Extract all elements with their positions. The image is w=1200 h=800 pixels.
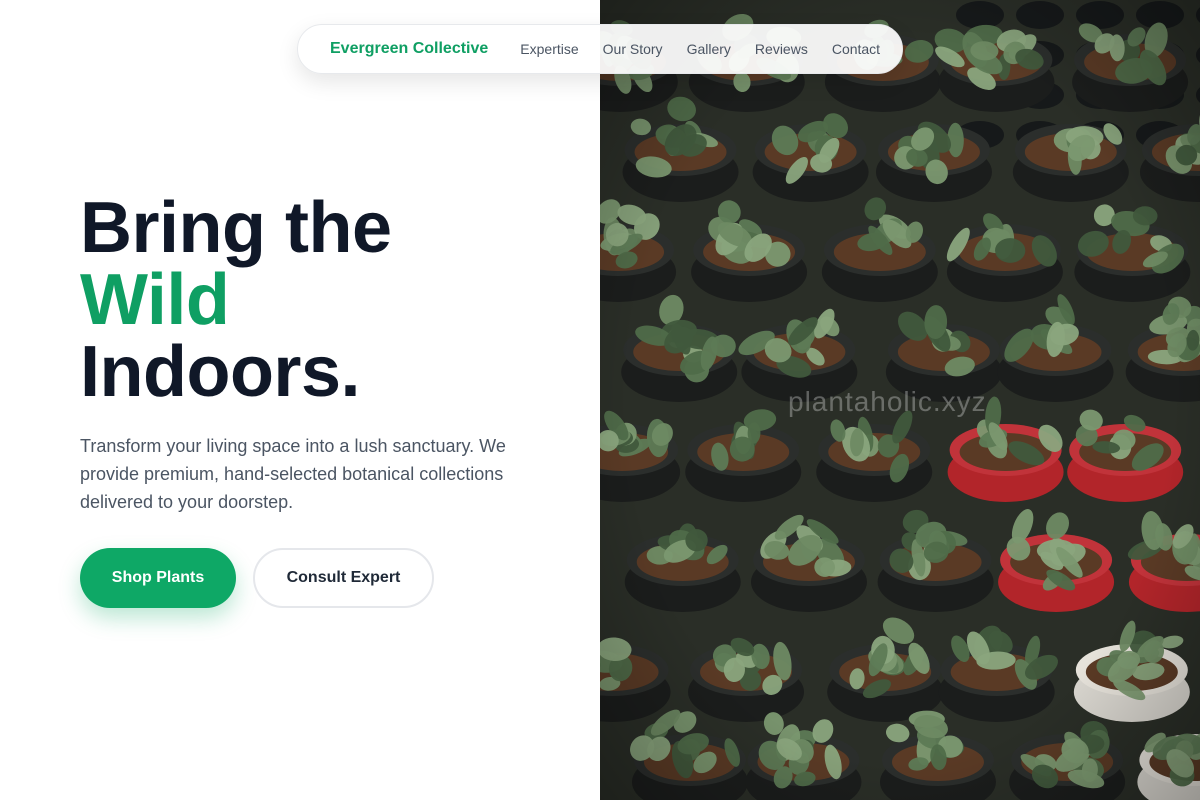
top-nav: Evergreen Collective Expertise Our Story…	[297, 24, 903, 74]
nav-link-our-story[interactable]: Our Story	[603, 41, 663, 57]
hero-headline: Bring the Wild Indoors.	[80, 188, 392, 412]
nav-link-reviews[interactable]: Reviews	[755, 41, 808, 57]
hero-description: Transform your living space into a lush …	[80, 436, 506, 512]
brand-logo[interactable]: Evergreen Collective	[330, 40, 488, 58]
shop-plants-button[interactable]: Shop Plants	[80, 548, 236, 608]
headline-line-3: Indoors.	[80, 332, 361, 412]
nav-links: Expertise Our Story Gallery Reviews Cont…	[520, 41, 880, 57]
nav-link-contact[interactable]: Contact	[832, 41, 880, 57]
headline-accent-word: Wild	[80, 260, 230, 340]
consult-expert-button[interactable]: Consult Expert	[253, 548, 434, 608]
nav-link-expertise[interactable]: Expertise	[520, 41, 578, 57]
nav-link-gallery[interactable]: Gallery	[687, 41, 731, 57]
photo-watermark: plantaholic.xyz	[788, 386, 987, 417]
headline-line-1: Bring the	[80, 188, 392, 268]
